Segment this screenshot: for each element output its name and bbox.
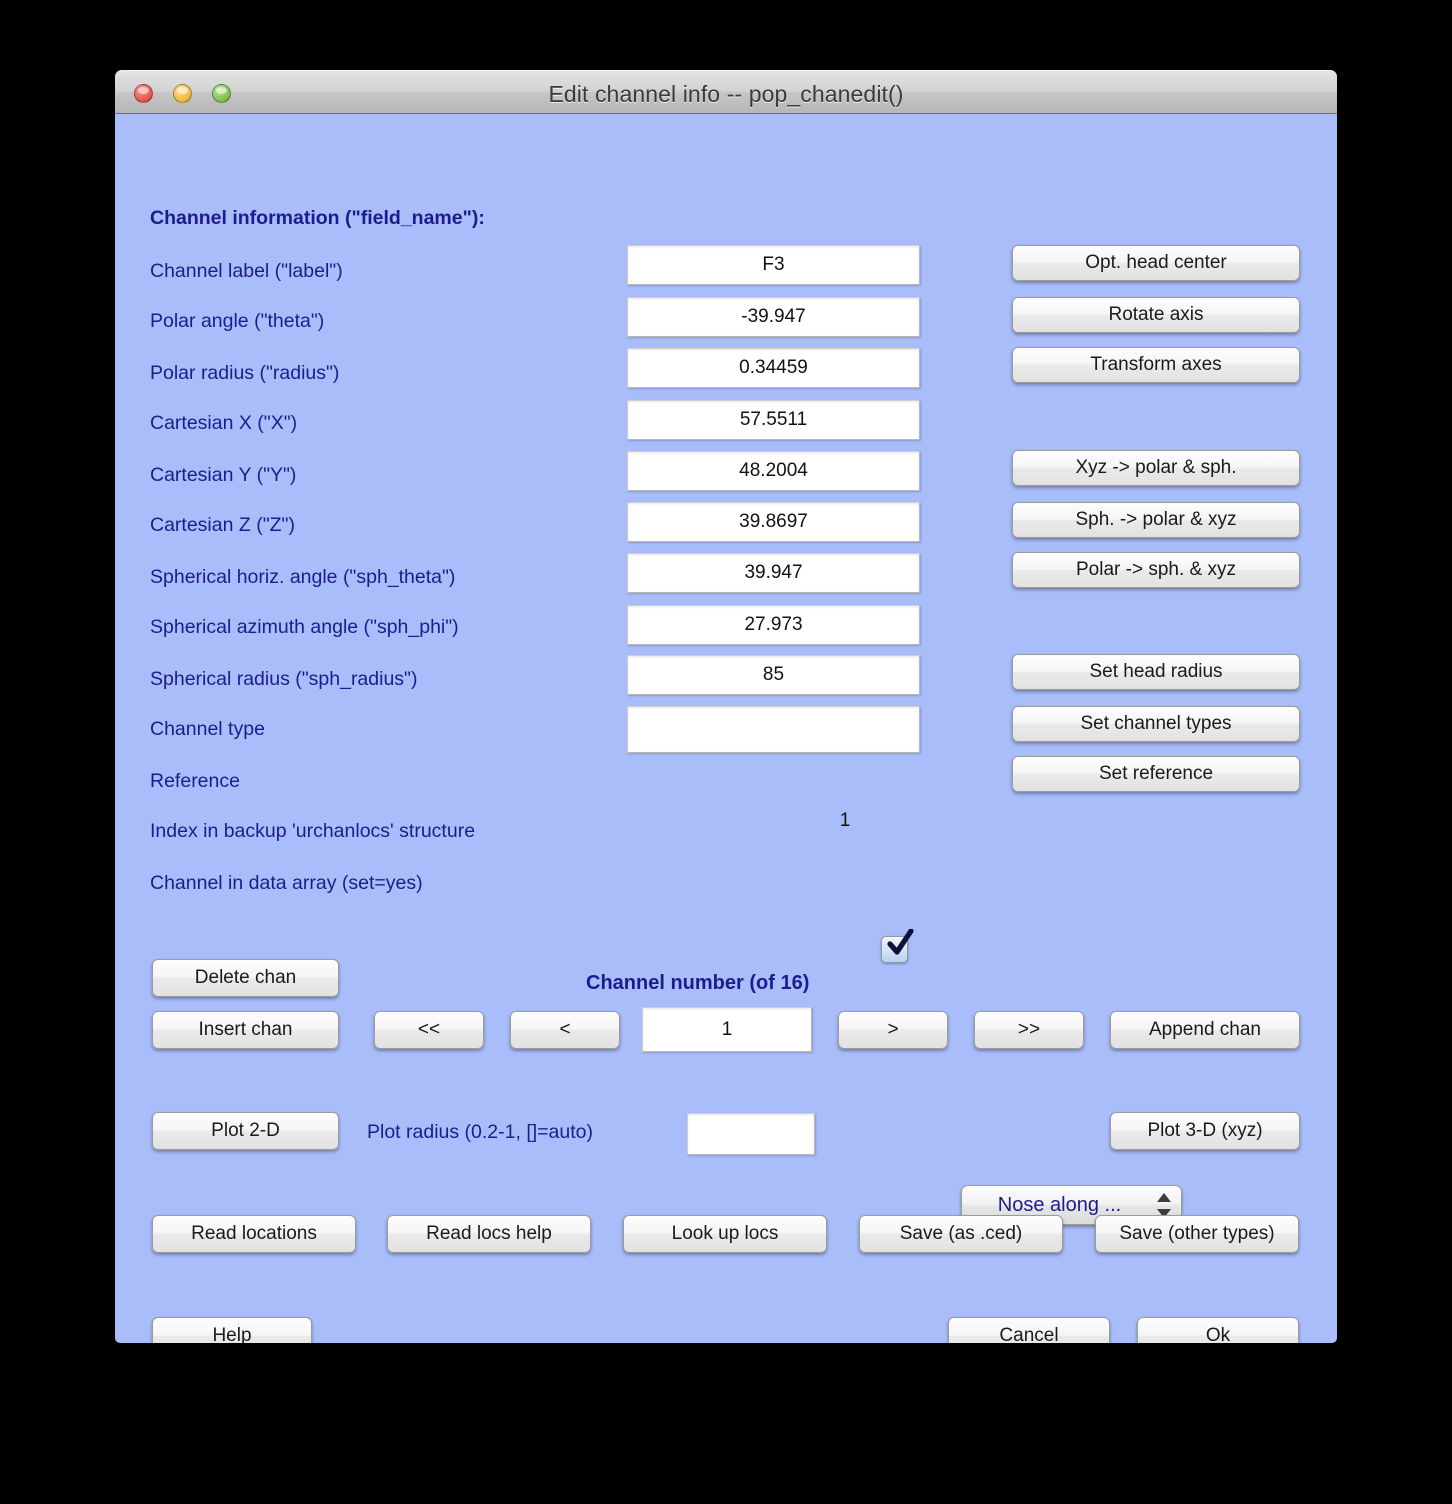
plot-2d-button[interactable]: Plot 2-D [152, 1112, 339, 1150]
label-reference: Reference [150, 770, 240, 792]
polar-radius-input[interactable]: 0.34459 [627, 348, 920, 388]
sph-radius-input[interactable]: 85 [627, 655, 920, 695]
polar-to-sph-xyz-button[interactable]: Polar -> sph. & xyz [1012, 552, 1300, 588]
channel-number-heading: Channel number (of 16) [586, 972, 810, 994]
label-cartesian-y: Cartesian Y ("Y") [150, 464, 297, 486]
label-channel-label: Channel label ("label") [150, 260, 343, 282]
channel-number-input[interactable]: 1 [642, 1007, 812, 1052]
window-titlebar[interactable]: Edit channel info -- pop_chanedit() [115, 70, 1337, 114]
last-channel-button[interactable]: >> [974, 1011, 1084, 1049]
label-sph-theta: Spherical horiz. angle ("sph_theta") [150, 566, 456, 588]
channel-label-input[interactable]: F3 [627, 245, 920, 285]
cartesian-z-input[interactable]: 39.8697 [627, 502, 920, 542]
append-chan-button[interactable]: Append chan [1110, 1011, 1300, 1049]
cartesian-x-input[interactable]: 57.5511 [627, 400, 920, 440]
label-cartesian-z: Cartesian Z ("Z") [150, 514, 295, 536]
previous-channel-button[interactable]: < [510, 1011, 620, 1049]
dialog-body: Channel information ("field_name"): Chan… [115, 114, 1337, 1343]
label-channel-in-data-array: Channel in data array (set=yes) [150, 872, 423, 894]
window-title: Edit channel info -- pop_chanedit() [548, 81, 904, 107]
save-other-types-button[interactable]: Save (other types) [1095, 1215, 1299, 1253]
look-up-locs-button[interactable]: Look up locs [623, 1215, 827, 1253]
sph-theta-input[interactable]: 39.947 [627, 553, 920, 593]
sph-phi-input[interactable]: 27.973 [627, 605, 920, 645]
plot-radius-input[interactable] [687, 1113, 815, 1155]
help-button[interactable]: Help [152, 1317, 312, 1343]
set-reference-button[interactable]: Set reference [1012, 756, 1300, 792]
next-channel-button[interactable]: > [838, 1011, 948, 1049]
insert-chan-button[interactable]: Insert chan [152, 1011, 339, 1049]
section-heading: Channel information ("field_name"): [150, 207, 485, 229]
ok-button[interactable]: Ok [1137, 1317, 1299, 1343]
opt-head-center-button[interactable]: Opt. head center [1012, 245, 1300, 281]
checkmark-icon [887, 929, 914, 955]
set-channel-types-button[interactable]: Set channel types [1012, 706, 1300, 742]
polar-angle-input[interactable]: -39.947 [627, 297, 920, 337]
read-locs-help-button[interactable]: Read locs help [387, 1215, 591, 1253]
plot-3d-button[interactable]: Plot 3-D (xyz) [1110, 1112, 1300, 1150]
plot-radius-label: Plot radius (0.2-1, []=auto) [367, 1121, 593, 1143]
label-polar-radius: Polar radius ("radius") [150, 362, 340, 384]
xyz-to-polar-sph-button[interactable]: Xyz -> polar & sph. [1012, 450, 1300, 486]
label-index-backup: Index in backup 'urchanlocs' structure [150, 820, 476, 842]
set-head-radius-button[interactable]: Set head radius [1012, 654, 1300, 690]
edit-channel-info-window: Edit channel info -- pop_chanedit() Chan… [115, 70, 1337, 1343]
cartesian-y-input[interactable]: 48.2004 [627, 451, 920, 491]
label-cartesian-x: Cartesian X ("X") [150, 412, 298, 434]
sph-to-polar-xyz-button[interactable]: Sph. -> polar & xyz [1012, 502, 1300, 538]
rotate-axis-button[interactable]: Rotate axis [1012, 297, 1300, 333]
save-as-ced-button[interactable]: Save (as .ced) [859, 1215, 1063, 1253]
first-channel-button[interactable]: << [374, 1011, 484, 1049]
channel-in-data-array-checkbox[interactable] [881, 929, 914, 965]
channel-type-input[interactable] [627, 706, 920, 753]
index-backup-value: 1 [839, 810, 851, 831]
label-sph-phi: Spherical azimuth angle ("sph_phi") [150, 616, 459, 638]
label-sph-radius: Spherical radius ("sph_radius") [150, 668, 418, 690]
read-locations-button[interactable]: Read locations [152, 1215, 356, 1253]
nose-direction-value: Nose along ... [997, 1193, 1122, 1216]
label-channel-type: Channel type [150, 718, 265, 740]
cancel-button[interactable]: Cancel [948, 1317, 1110, 1343]
label-polar-angle: Polar angle ("theta") [150, 310, 325, 332]
transform-axes-button[interactable]: Transform axes [1012, 347, 1300, 383]
delete-chan-button[interactable]: Delete chan [152, 959, 339, 997]
